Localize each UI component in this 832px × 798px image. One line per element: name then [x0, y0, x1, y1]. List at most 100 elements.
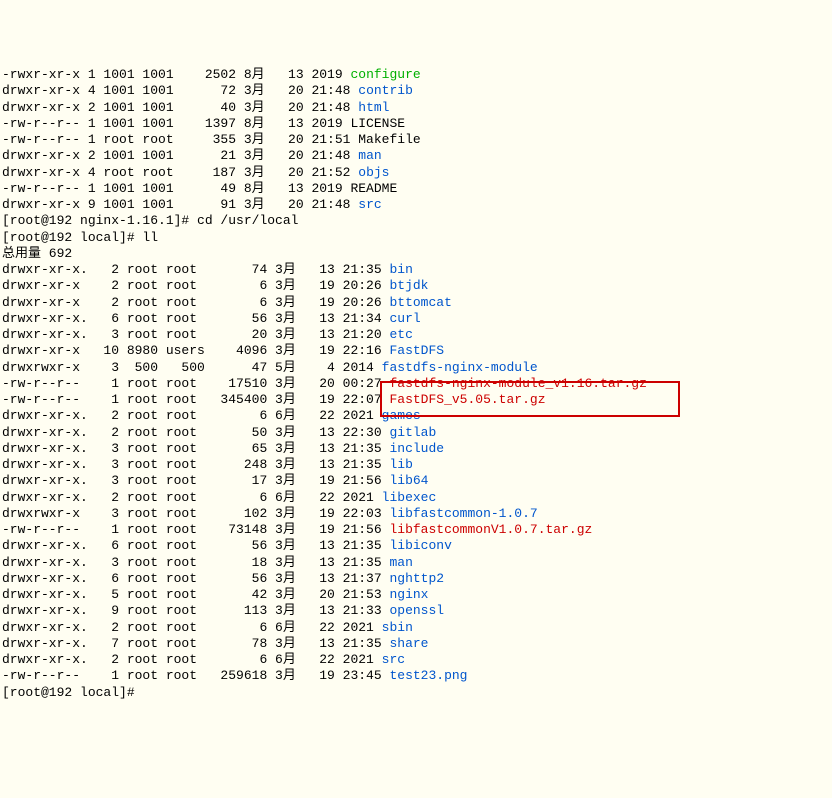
file-name: libfastcommon-1.0.7: [389, 506, 537, 521]
listing-row: drwxr-xr-x 10 8980 users 4096 3月 19 22:1…: [2, 343, 830, 359]
file-perms: -rw-r--r-- 1 1001 1001 1397 8月 13 2019 L…: [2, 116, 405, 131]
file-name: src: [358, 197, 381, 212]
file-perms: drwxr-xr-x. 2 root root 6 6月 22 2021: [2, 490, 382, 505]
file-name: fastdfs-nginx-module: [382, 360, 538, 375]
file-perms: drwxrwxr-x 3 500 500 47 5月 4 2014: [2, 360, 382, 375]
prompt-line[interactable]: [root@192 local]# ll: [2, 230, 830, 246]
listing-row: drwxr-xr-x. 6 root root 56 3月 13 21:34 c…: [2, 311, 830, 327]
file-name: include: [389, 441, 444, 456]
file-perms: drwxr-xr-x. 9 root root 113 3月 13 21:33: [2, 603, 389, 618]
terminal-output: -rwxr-xr-x 1 1001 1001 2502 8月 13 2019 c…: [2, 67, 830, 701]
file-perms: drwxr-xr-x 2 root root 6 3月 19 20:26: [2, 295, 389, 310]
prompt-line[interactable]: [root@192 nginx-1.16.1]# cd /usr/local: [2, 213, 830, 229]
listing-row: drwxr-xr-x. 2 root root 6 6月 22 2021 gam…: [2, 408, 830, 424]
file-name: fastdfs-nginx-module_v1.16.tar.gz: [389, 376, 646, 391]
listing-row: -rw-r--r-- 1 root root 345400 3月 19 22:0…: [2, 392, 830, 408]
file-name: libiconv: [389, 538, 451, 553]
file-name: games: [382, 408, 421, 423]
listing-row: -rw-r--r-- 1 1001 1001 49 8月 13 2019 REA…: [2, 181, 830, 197]
file-perms: drwxr-xr-x. 6 root root 56 3月 13 21:34: [2, 311, 389, 326]
file-perms: -rw-r--r-- 1 root root 355 3月 20 21:51 M…: [2, 132, 421, 147]
listing-row: -rw-r--r-- 1 root root 355 3月 20 21:51 M…: [2, 132, 830, 148]
listing-row: drwxr-xr-x. 3 root root 65 3月 13 21:35 i…: [2, 441, 830, 457]
file-name: contrib: [358, 83, 413, 98]
file-perms: drwxr-xr-x 2 root root 6 3月 19 20:26: [2, 278, 389, 293]
total-line: 总用量 692: [2, 246, 830, 262]
file-perms: drwxr-xr-x. 7 root root 78 3月 13 21:35: [2, 636, 389, 651]
file-perms: drwxr-xr-x 10 8980 users 4096 3月 19 22:1…: [2, 343, 389, 358]
file-name: nghttp2: [389, 571, 444, 586]
file-name: btjdk: [389, 278, 428, 293]
listing-row: drwxr-xr-x. 2 root root 6 6月 22 2021 sbi…: [2, 620, 830, 636]
listing-row: -rw-r--r-- 1 1001 1001 1397 8月 13 2019 L…: [2, 116, 830, 132]
file-perms: drwxr-xr-x 4 root root 187 3月 20 21:52: [2, 165, 358, 180]
file-name: src: [382, 652, 405, 667]
listing-row: -rw-r--r-- 1 root root 73148 3月 19 21:56…: [2, 522, 830, 538]
file-perms: -rw-r--r-- 1 root root 259618 3月 19 23:4…: [2, 668, 389, 683]
listing-row: drwxr-xr-x. 9 root root 113 3月 13 21:33 …: [2, 603, 830, 619]
file-perms: drwxr-xr-x. 3 root root 18 3月 13 21:35: [2, 555, 389, 570]
file-name: openssl: [389, 603, 444, 618]
file-perms: -rw-r--r-- 1 root root 73148 3月 19 21:56: [2, 522, 389, 537]
listing-row: -rwxr-xr-x 1 1001 1001 2502 8月 13 2019 c…: [2, 67, 830, 83]
file-name: lib: [389, 457, 412, 472]
file-name: share: [389, 636, 428, 651]
file-perms: drwxr-xr-x. 5 root root 42 3月 20 21:53: [2, 587, 389, 602]
file-name: lib64: [389, 473, 428, 488]
listing-row: drwxr-xr-x. 6 root root 56 3月 13 21:37 n…: [2, 571, 830, 587]
file-name: etc: [389, 327, 412, 342]
file-perms: drwxr-xr-x. 3 root root 20 3月 13 21:20: [2, 327, 389, 342]
file-name: configure: [350, 67, 420, 82]
file-name: libfastcommonV1.0.7.tar.gz: [389, 522, 592, 537]
listing-row: drwxr-xr-x 2 root root 6 3月 19 20:26 btt…: [2, 295, 830, 311]
prompt-line[interactable]: [root@192 local]#: [2, 685, 830, 701]
file-name: FastDFS_v5.05.tar.gz: [389, 392, 545, 407]
file-name: curl: [389, 311, 420, 326]
file-perms: drwxr-xr-x. 2 root root 6 6月 22 2021: [2, 408, 382, 423]
listing-row: drwxrwxr-x 3 root root 102 3月 19 22:03 l…: [2, 506, 830, 522]
listing-row: drwxr-xr-x. 5 root root 42 3月 20 21:53 n…: [2, 587, 830, 603]
file-name: FastDFS: [389, 343, 444, 358]
file-perms: drwxr-xr-x 4 1001 1001 72 3月 20 21:48: [2, 83, 358, 98]
file-perms: drwxr-xr-x. 2 root root 50 3月 13 22:30: [2, 425, 389, 440]
file-perms: drwxr-xr-x. 3 root root 65 3月 13 21:35: [2, 441, 389, 456]
listing-row: -rw-r--r-- 1 root root 17510 3月 20 00:27…: [2, 376, 830, 392]
listing-row: drwxr-xr-x. 2 root root 50 3月 13 22:30 g…: [2, 425, 830, 441]
file-perms: drwxr-xr-x 2 1001 1001 21 3月 20 21:48: [2, 148, 358, 163]
listing-row: drwxr-xr-x 9 1001 1001 91 3月 20 21:48 sr…: [2, 197, 830, 213]
listing-row: drwxr-xr-x 2 root root 6 3月 19 20:26 btj…: [2, 278, 830, 294]
file-name: bin: [389, 262, 412, 277]
listing-row: -rw-r--r-- 1 root root 259618 3月 19 23:4…: [2, 668, 830, 684]
file-name: man: [389, 555, 412, 570]
file-perms: drwxr-xr-x. 2 root root 74 3月 13 21:35: [2, 262, 389, 277]
file-perms: -rw-r--r-- 1 1001 1001 49 8月 13 2019 REA…: [2, 181, 397, 196]
file-perms: drwxr-xr-x 9 1001 1001 91 3月 20 21:48: [2, 197, 358, 212]
file-perms: drwxr-xr-x. 6 root root 56 3月 13 21:35: [2, 538, 389, 553]
listing-row: drwxr-xr-x. 2 root root 6 6月 22 2021 lib…: [2, 490, 830, 506]
listing-row: drwxr-xr-x. 2 root root 74 3月 13 21:35 b…: [2, 262, 830, 278]
file-perms: -rwxr-xr-x 1 1001 1001 2502 8月 13 2019: [2, 67, 350, 82]
file-name: objs: [358, 165, 389, 180]
listing-row: drwxr-xr-x 2 1001 1001 40 3月 20 21:48 ht…: [2, 100, 830, 116]
file-perms: drwxr-xr-x. 6 root root 56 3月 13 21:37: [2, 571, 389, 586]
listing-row: drwxr-xr-x 4 root root 187 3月 20 21:52 o…: [2, 165, 830, 181]
file-perms: drwxr-xr-x. 2 root root 6 6月 22 2021: [2, 652, 382, 667]
file-perms: drwxr-xr-x. 3 root root 17 3月 19 21:56: [2, 473, 389, 488]
listing-row: drwxr-xr-x 4 1001 1001 72 3月 20 21:48 co…: [2, 83, 830, 99]
file-perms: drwxr-xr-x 2 1001 1001 40 3月 20 21:48: [2, 100, 358, 115]
file-name: nginx: [389, 587, 428, 602]
listing-row: drwxr-xr-x. 3 root root 17 3月 19 21:56 l…: [2, 473, 830, 489]
file-perms: drwxr-xr-x. 2 root root 6 6月 22 2021: [2, 620, 382, 635]
file-name: gitlab: [389, 425, 436, 440]
listing-row: drwxr-xr-x. 6 root root 56 3月 13 21:35 l…: [2, 538, 830, 554]
file-perms: drwxr-xr-x. 3 root root 248 3月 13 21:35: [2, 457, 389, 472]
file-name: man: [358, 148, 381, 163]
listing-row: drwxr-xr-x. 3 root root 248 3月 13 21:35 …: [2, 457, 830, 473]
file-name: test23.png: [389, 668, 467, 683]
file-perms: drwxrwxr-x 3 root root 102 3月 19 22:03: [2, 506, 389, 521]
listing-row: drwxr-xr-x. 2 root root 6 6月 22 2021 src: [2, 652, 830, 668]
file-name: libexec: [382, 490, 437, 505]
file-perms: -rw-r--r-- 1 root root 17510 3月 20 00:27: [2, 376, 389, 391]
file-name: sbin: [382, 620, 413, 635]
listing-row: drwxrwxr-x 3 500 500 47 5月 4 2014 fastdf…: [2, 360, 830, 376]
